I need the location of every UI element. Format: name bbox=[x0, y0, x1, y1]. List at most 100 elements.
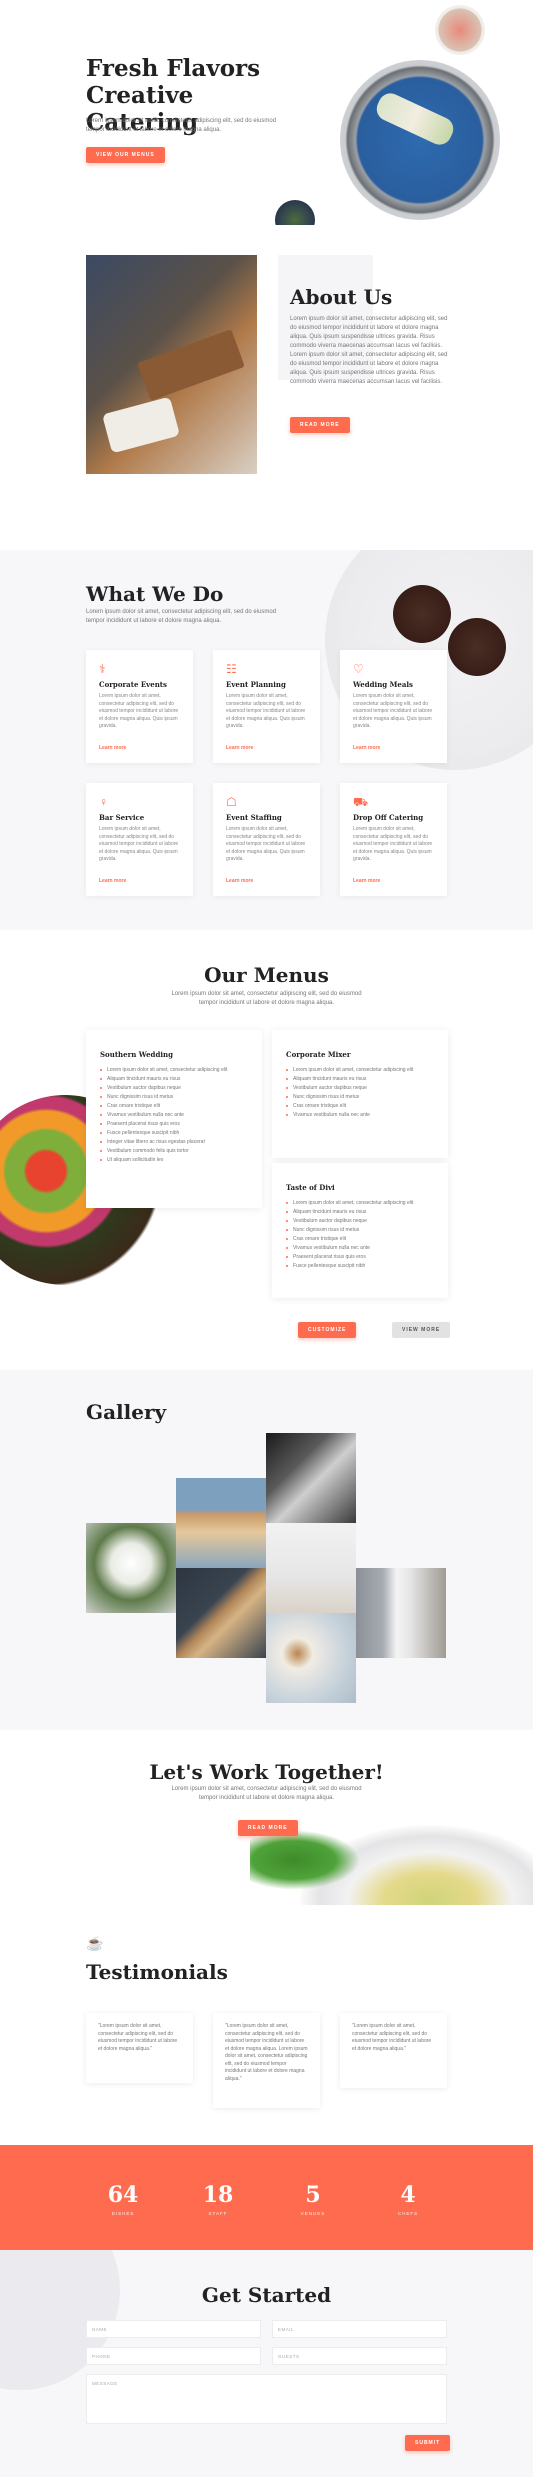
testimonial-card: "Lorem ipsum dolor sit amet, consectetur… bbox=[340, 2013, 447, 2088]
service-card-text: Lorem ipsum dolor sit amet, consectetur … bbox=[99, 693, 179, 729]
menu-card-title: Corporate Mixer bbox=[286, 1050, 351, 1059]
learn-more-link[interactable]: Learn more bbox=[99, 878, 126, 884]
basil-leaves-image bbox=[250, 1830, 360, 1890]
cupcake-image bbox=[448, 618, 506, 676]
menu-item: Vivamus vestibulum nulla nec ante bbox=[286, 1244, 434, 1253]
chef-hat-icon: ☕ bbox=[86, 1935, 104, 1951]
services-section: What We Do Lorem ipsum dolor sit amet, c… bbox=[0, 550, 533, 930]
work-subtitle: Lorem ipsum dolor sit amet, consectetur … bbox=[171, 1786, 362, 1801]
about-read-more-button[interactable]: READ MORE bbox=[290, 417, 350, 433]
service-card-text: Lorem ipsum dolor sit amet, consectetur … bbox=[99, 826, 179, 862]
service-card: ♀ Bar Service Lorem ipsum dolor sit amet… bbox=[86, 783, 193, 896]
stat-label: VENUES bbox=[300, 2211, 326, 2216]
service-card-text: Lorem ipsum dolor sit amet, consectetur … bbox=[353, 826, 433, 862]
hero-plate-image bbox=[340, 60, 500, 220]
menu-item: Fusce pellentesque suscipit nibh bbox=[100, 1129, 248, 1138]
stat-item: 4 CHEFS bbox=[378, 2183, 438, 2216]
menus-section: Our Menus Lorem ipsum dolor sit amet, co… bbox=[0, 930, 533, 1370]
gallery-image-hands bbox=[266, 1433, 356, 1523]
calendar-icon: ☷ bbox=[226, 662, 237, 676]
service-card-text: Lorem ipsum dolor sit amet, consectetur … bbox=[226, 693, 306, 729]
customize-button[interactable]: CUSTOMIZE bbox=[298, 1322, 357, 1338]
service-card-title: Bar Service bbox=[99, 813, 145, 822]
learn-more-link[interactable]: Learn more bbox=[226, 745, 253, 751]
learn-more-link[interactable]: Learn more bbox=[353, 878, 380, 884]
gallery-image-cups bbox=[266, 1523, 356, 1613]
email-field[interactable]: EMAIL bbox=[272, 2320, 447, 2338]
stat-item: 64 DISHES bbox=[93, 2183, 153, 2216]
submit-button[interactable]: SUBMIT bbox=[405, 2435, 451, 2451]
stat-label: CHEFS bbox=[397, 2211, 419, 2216]
testimonials-section: ☕ Testimonials "Lorem ipsum dolor sit am… bbox=[0, 1905, 533, 2145]
menu-item: Praesent placerat risus quis eros bbox=[286, 1253, 434, 1262]
contact-section: Get Started NAME EMAIL PHONE GUESTS MESS… bbox=[0, 2250, 533, 2477]
menu-item: Vestibulum auctor dapibus neque bbox=[286, 1084, 434, 1093]
services-subtitle: Lorem ipsum dolor sit amet, consectetur … bbox=[86, 609, 277, 624]
service-card-title: Wedding Meals bbox=[353, 680, 413, 689]
name-field[interactable]: NAME bbox=[86, 2320, 261, 2338]
testimonial-card: "Lorem ipsum dolor sit amet, consectetur… bbox=[86, 2013, 193, 2083]
service-card-title: Corporate Events bbox=[99, 680, 167, 689]
menu-item: Nunc dignissim risus id metus bbox=[286, 1093, 434, 1102]
contact-title: Get Started bbox=[201, 2283, 332, 2307]
menu-item: Praesent placerat risus quis eros bbox=[100, 1120, 248, 1129]
menus-title: Our Menus bbox=[204, 963, 329, 987]
cocktail-icon: ♀ bbox=[99, 795, 108, 809]
service-card: ☷ Event Planning Lorem ipsum dolor sit a… bbox=[213, 650, 320, 763]
stat-number: 64 bbox=[107, 2182, 139, 2208]
menu-item: Aliquam tincidunt mauris eu risus bbox=[286, 1075, 434, 1084]
learn-more-link[interactable]: Learn more bbox=[99, 745, 126, 751]
phone-field[interactable]: PHONE bbox=[86, 2347, 261, 2365]
gallery-image-desserts bbox=[176, 1478, 266, 1568]
menu-card-title: Taste of Divi bbox=[286, 1183, 335, 1192]
menu-item: Lorem ipsum dolor sit amet, consectetur … bbox=[286, 1199, 434, 1208]
stat-label: DISHES bbox=[111, 2211, 135, 2216]
gallery-section: Gallery bbox=[0, 1370, 533, 1730]
gallery-image-milk bbox=[356, 1568, 446, 1658]
learn-more-link[interactable]: Learn more bbox=[353, 745, 380, 751]
building-icon: ☖ bbox=[226, 795, 237, 809]
message-field[interactable]: MESSAGE bbox=[86, 2374, 447, 2424]
menu-item: Vestibulum auctor dapibus neque bbox=[100, 1084, 248, 1093]
hero-subtitle: Lorem ipsum dolor sit amet, consectetur … bbox=[86, 118, 277, 133]
menu-card-title: Southern Wedding bbox=[100, 1050, 173, 1059]
menu-card-corporate-mixer: Corporate Mixer Lorem ipsum dolor sit am… bbox=[272, 1030, 448, 1158]
briefcase-icon: ⚕ bbox=[99, 662, 106, 676]
service-card-title: Event Staffing bbox=[226, 813, 282, 822]
testimonial-card: "Lorem ipsum dolor sit amet, consectetur… bbox=[213, 2013, 320, 2108]
service-card: ⛟ Drop Off Catering Lorem ipsum dolor si… bbox=[340, 783, 447, 896]
hero-bowl-image bbox=[435, 5, 485, 55]
work-read-more-button[interactable]: READ MORE bbox=[238, 1820, 298, 1836]
menus-subtitle: Lorem ipsum dolor sit amet, consectetur … bbox=[171, 991, 362, 1006]
service-card-title: Event Planning bbox=[226, 680, 286, 689]
menu-item: Nunc dignissim risus id metus bbox=[286, 1226, 434, 1235]
napkin-image bbox=[102, 396, 180, 454]
menu-item: Vestibulum commodo felis quis tortor bbox=[100, 1147, 248, 1156]
menu-item: Fusce pellentesque suscipit nibh bbox=[286, 1262, 434, 1271]
stat-number: 18 bbox=[202, 2182, 234, 2208]
stat-number: 5 bbox=[305, 2182, 321, 2208]
menu-item: Ut aliquam sollicitudin leo bbox=[100, 1156, 248, 1165]
menu-item: Vivamus vestibulum nulla nec ante bbox=[286, 1111, 434, 1120]
menu-item-list: Lorem ipsum dolor sit amet, consectetur … bbox=[286, 1199, 434, 1271]
menu-item-list: Lorem ipsum dolor sit amet, consectetur … bbox=[100, 1066, 248, 1165]
menu-item: Cras ornare tristique elit bbox=[286, 1102, 434, 1111]
learn-more-link[interactable]: Learn more bbox=[226, 878, 253, 884]
stats-section: 64 DISHES 18 STAFF 5 VENUES 4 CHEFS bbox=[0, 2145, 533, 2250]
guests-field[interactable]: GUESTS bbox=[272, 2347, 447, 2365]
about-section: About Us Lorem ipsum dolor sit amet, con… bbox=[0, 225, 533, 550]
menu-item: Aliquam tincidunt mauris eu risus bbox=[286, 1208, 434, 1217]
serving-tray-image bbox=[137, 329, 245, 401]
truck-icon: ⛟ bbox=[353, 795, 369, 809]
view-more-button[interactable]: VIEW MORE bbox=[392, 1322, 451, 1338]
service-card-text: Lorem ipsum dolor sit amet, consectetur … bbox=[353, 693, 433, 729]
work-together-section: Let's Work Together! Lorem ipsum dolor s… bbox=[0, 1730, 533, 1905]
menu-item: Lorem ipsum dolor sit amet, consectetur … bbox=[286, 1066, 434, 1075]
gallery-image-bread bbox=[176, 1568, 266, 1658]
view-menus-button[interactable]: VIEW OUR MENUS bbox=[86, 147, 165, 163]
gallery-image-flowers bbox=[86, 1523, 176, 1613]
menu-item: Integer vitae libero ac risus egestas pl… bbox=[100, 1138, 248, 1147]
hero-dish-image bbox=[275, 200, 315, 225]
stat-number: 4 bbox=[400, 2182, 416, 2208]
menu-item-list: Lorem ipsum dolor sit amet, consectetur … bbox=[286, 1066, 434, 1120]
